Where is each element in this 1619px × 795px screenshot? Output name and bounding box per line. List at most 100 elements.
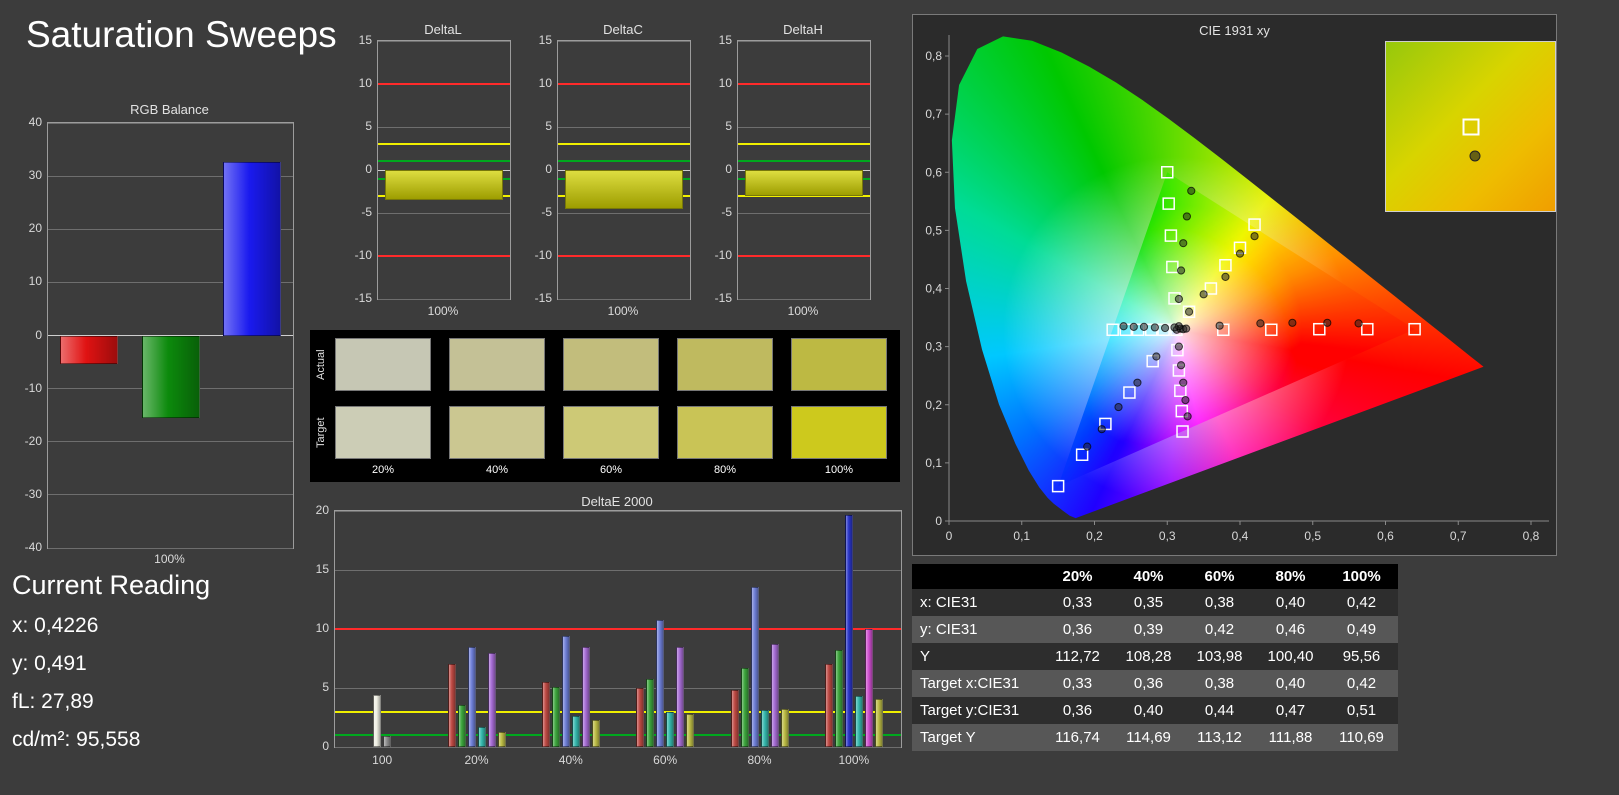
rgb-balance-xlabel: 100% — [154, 552, 185, 566]
table-cell: 0,39 — [1133, 621, 1164, 638]
table-row-label: x: CIE31 — [920, 594, 978, 611]
y-tick-label: -15 — [354, 291, 372, 305]
table-cell: 0,33 — [1062, 594, 1093, 611]
y-tick-label: 10 — [538, 76, 552, 90]
bar — [487, 652, 496, 747]
delta-c-chart: DeltaC -15 -10 -5 0 5 10 15 100% — [525, 22, 700, 327]
bar — [541, 682, 550, 747]
inset-measured-dot — [1469, 150, 1481, 162]
y-tick-label: 15 — [538, 33, 552, 47]
y-tick-label: 5 — [725, 119, 732, 133]
reading-y: y: 0,491 — [12, 652, 87, 675]
table-header-cell: 80% — [1275, 568, 1306, 585]
delta-e-2000-chart: DeltaE 2000 0 5 10 15 20 100 20% 40% 60% 80% 100% — [310, 492, 925, 787]
gridline — [335, 510, 901, 512]
gridline — [48, 547, 293, 549]
table-row: y: CIE31 0,36 0,39 0,42 0,46 0,49 — [912, 616, 1398, 643]
x-tick-label: 40% — [558, 753, 583, 767]
actual-swatch — [449, 338, 545, 391]
y-tick-label: 15 — [315, 562, 329, 576]
table-cell: 103,98 — [1196, 648, 1243, 665]
x-tick-label: 20% — [464, 753, 489, 767]
table-row-label: Target Y — [920, 729, 976, 746]
bar — [750, 586, 759, 747]
y-tick-label: -15 — [714, 291, 732, 305]
delta-l-title: DeltaL — [424, 22, 462, 37]
table-row-label: Target x:CIE31 — [920, 675, 1020, 692]
table-cell: 0,49 — [1346, 621, 1377, 638]
bar — [467, 646, 476, 747]
svg-text:0,5: 0,5 — [1304, 529, 1321, 543]
gridline — [335, 746, 901, 748]
y-tick-label: 5 — [322, 680, 329, 694]
measurement-table: 20% 40% 60% 80% 100% x: CIE31 0,33 0,35 0,38 0,40… — [912, 564, 1398, 751]
bar — [676, 646, 685, 747]
table-row-label: Target y:CIE31 — [920, 702, 1020, 719]
cie-1931-chart: CIE 1931 xy 0 0,1 0,2 0,3 0,4 0,5 0,6 0,7 0,8 0 0,… — [912, 14, 1557, 556]
app-root: Saturation Sweeps RGB Balance -40 -30 -20-… — [0, 0, 1619, 795]
gridline — [378, 298, 510, 300]
table-cell: 116,74 — [1055, 729, 1100, 746]
svg-text:0,1: 0,1 — [925, 456, 942, 470]
swatch-column-label: 60% — [599, 464, 623, 476]
gridline — [738, 126, 870, 128]
bar — [686, 713, 695, 747]
delta-l-plot: -15 -10 -5 0 5 10 15 — [355, 33, 511, 305]
y-tick-label: 5 — [365, 119, 372, 133]
table-row-label: Y — [920, 648, 931, 665]
rgb-balance-title: RGB Balance — [130, 102, 209, 117]
reference-line — [738, 160, 870, 163]
reference-line — [558, 255, 690, 257]
y-tick-label: -5 — [361, 205, 372, 219]
bar — [571, 716, 580, 747]
gridline — [48, 441, 293, 443]
svg-text:0,5: 0,5 — [925, 223, 942, 237]
table-cell: 0,40 — [1275, 675, 1306, 692]
bar — [844, 514, 853, 747]
gridline — [738, 298, 870, 300]
svg-text:0,2: 0,2 — [1086, 529, 1103, 543]
bar — [780, 709, 789, 747]
y-tick-label: 0 — [545, 162, 552, 176]
bar — [760, 710, 769, 747]
table-cell: 0,35 — [1133, 594, 1164, 611]
bar — [745, 170, 863, 196]
x-tick-label: 80% — [747, 753, 772, 767]
inset-target-square — [1462, 118, 1479, 135]
bar — [770, 644, 779, 747]
svg-text:0,3: 0,3 — [925, 340, 942, 354]
table-cell: 108,28 — [1125, 648, 1172, 665]
bar — [385, 170, 503, 201]
svg-text:0,6: 0,6 — [925, 165, 942, 179]
svg-text:0,3: 0,3 — [1159, 529, 1176, 543]
target-swatch — [677, 406, 773, 459]
table-cell: 110,69 — [1339, 729, 1384, 746]
svg-text:0,4: 0,4 — [925, 282, 942, 296]
reference-line — [558, 160, 690, 163]
y-tick-label: -30 — [24, 486, 42, 501]
reference-line — [738, 143, 870, 146]
table-header-row: 20% 40% 60% 80% 100% — [912, 564, 1398, 589]
gridline — [558, 40, 690, 42]
y-tick-label: -10 — [534, 248, 552, 262]
table-cell: 95,56 — [1342, 648, 1381, 665]
actual-swatch — [791, 338, 887, 391]
y-tick-label: 10 — [315, 621, 329, 635]
table-cell: 0,33 — [1062, 675, 1093, 692]
reference-line — [558, 83, 690, 85]
delta-l-chart: DeltaL -15 -10 -5 0 5 10 15 100% — [345, 22, 520, 327]
table-row: Target x:CIE31 0,33 0,36 0,38 0,40 0,42 — [912, 670, 1398, 697]
y-tick-label: 0 — [365, 162, 372, 176]
delta-h-title: DeltaH — [783, 22, 823, 37]
gridline — [335, 687, 901, 689]
actual-swatch — [677, 338, 773, 391]
swatch-grid: 20% 40% 60% 80% 100% — [310, 330, 900, 482]
reference-line — [738, 83, 870, 85]
gridline — [48, 494, 293, 496]
bar — [834, 650, 843, 747]
bar — [854, 696, 863, 747]
reference-line — [378, 255, 510, 257]
gridline — [378, 40, 510, 42]
reference-line — [378, 160, 510, 163]
svg-text:0: 0 — [946, 529, 953, 543]
